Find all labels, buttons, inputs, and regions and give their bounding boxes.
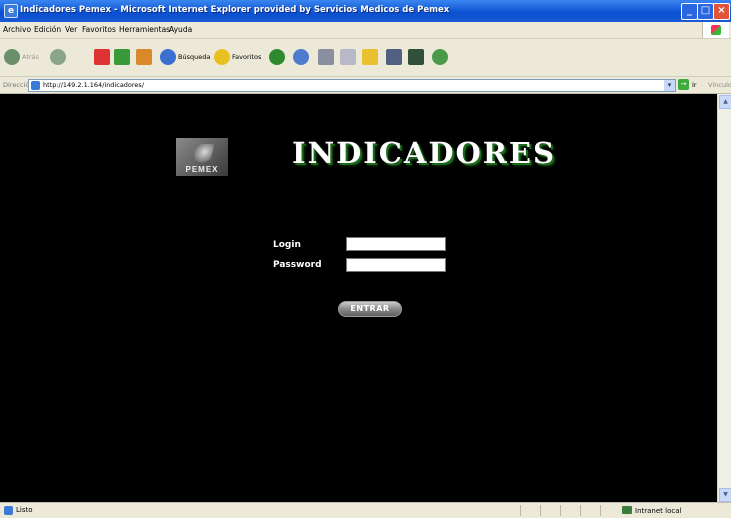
- status-bar: Listo Intranet local: [0, 502, 731, 518]
- search-button[interactable]: Búsqueda: [160, 47, 210, 67]
- scroll-up-icon[interactable]: ▲: [719, 95, 731, 109]
- menu-archivo[interactable]: Archivo: [3, 25, 31, 34]
- status-divider: [540, 505, 541, 516]
- ie-icon: e: [4, 4, 18, 18]
- password-label: Password: [273, 260, 322, 270]
- password-input[interactable]: [346, 258, 446, 272]
- address-input[interactable]: http://149.2.1.164/indicadores/ ▾: [28, 79, 676, 92]
- login-label: Login: [273, 240, 301, 250]
- page-title: INDICADORES: [292, 136, 556, 170]
- discuss-button[interactable]: [386, 47, 402, 67]
- back-arrow-icon: [4, 49, 20, 65]
- status-text: Listo: [16, 506, 33, 514]
- toolbar: Atrás Búsqueda Favoritos: [0, 39, 731, 77]
- status-divider: [560, 505, 561, 516]
- messenger-button[interactable]: [432, 47, 448, 67]
- research-icon: [408, 49, 424, 65]
- edit-icon: [340, 49, 356, 65]
- forward-arrow-icon: [50, 49, 66, 65]
- minimize-button[interactable]: _: [681, 3, 698, 20]
- printer-icon: [318, 49, 334, 65]
- folder-button[interactable]: [362, 47, 378, 67]
- back-button[interactable]: Atrás: [4, 47, 39, 67]
- vertical-scrollbar[interactable]: ▲ ▼: [717, 94, 731, 502]
- favorites-button[interactable]: Favoritos: [214, 47, 261, 67]
- menu-herramientas[interactable]: Herramientas: [119, 25, 170, 34]
- logo-text: PEMEX: [185, 165, 219, 174]
- status-divider: [520, 505, 521, 516]
- links-label[interactable]: Vínculos: [708, 81, 731, 89]
- go-button[interactable]: →: [678, 79, 689, 90]
- submit-button[interactable]: ENTRAR: [338, 301, 402, 317]
- page-icon: [31, 81, 40, 90]
- mail-button[interactable]: [293, 47, 309, 67]
- messenger-icon: [432, 49, 448, 65]
- history-icon: [269, 49, 285, 65]
- menu-ver[interactable]: Ver: [65, 25, 77, 34]
- home-icon: [136, 49, 152, 65]
- close-button[interactable]: ×: [713, 3, 730, 20]
- print-button[interactable]: [318, 47, 334, 67]
- history-button[interactable]: [269, 47, 285, 67]
- window-title: Indicadores Pemex - Microsoft Internet E…: [20, 5, 450, 15]
- mail-icon: [293, 49, 309, 65]
- stop-icon: [94, 49, 110, 65]
- window-titlebar: e Indicadores Pemex - Microsoft Internet…: [0, 0, 731, 22]
- search-icon: [160, 49, 176, 65]
- page-content: PEMEX INDICADORES Login Password ENTRAR: [0, 94, 717, 502]
- go-label[interactable]: Ir: [692, 81, 697, 89]
- discuss-icon: [386, 49, 402, 65]
- scroll-down-icon[interactable]: ▼: [719, 488, 731, 502]
- status-divider: [600, 505, 601, 516]
- address-url: http://149.2.1.164/indicadores/: [43, 81, 145, 89]
- address-bar: Dirección http://149.2.1.164/indicadores…: [0, 77, 731, 94]
- refresh-button[interactable]: [114, 47, 130, 67]
- menu-bar: Archivo Edición Ver Favoritos Herramient…: [0, 22, 731, 39]
- menu-favoritos[interactable]: Favoritos: [82, 25, 116, 34]
- menu-ayuda[interactable]: Ayuda: [169, 25, 192, 34]
- chevron-down-icon[interactable]: ▾: [664, 80, 675, 91]
- star-icon: [214, 49, 230, 65]
- page-status-icon: [4, 506, 13, 515]
- research-button[interactable]: [408, 47, 424, 67]
- security-zone: Intranet local: [622, 506, 681, 515]
- status-divider: [580, 505, 581, 516]
- forward-button[interactable]: [50, 47, 66, 67]
- login-input[interactable]: [346, 237, 446, 251]
- maximize-button[interactable]: □: [697, 3, 714, 20]
- pemex-logo: PEMEX: [176, 138, 228, 176]
- windows-logo-icon: [702, 22, 729, 38]
- folder-icon: [362, 49, 378, 65]
- refresh-icon: [114, 49, 130, 65]
- stop-button[interactable]: [94, 47, 110, 67]
- home-button[interactable]: [136, 47, 152, 67]
- edit-button[interactable]: [340, 47, 356, 67]
- menu-edicion[interactable]: Edición: [34, 25, 61, 34]
